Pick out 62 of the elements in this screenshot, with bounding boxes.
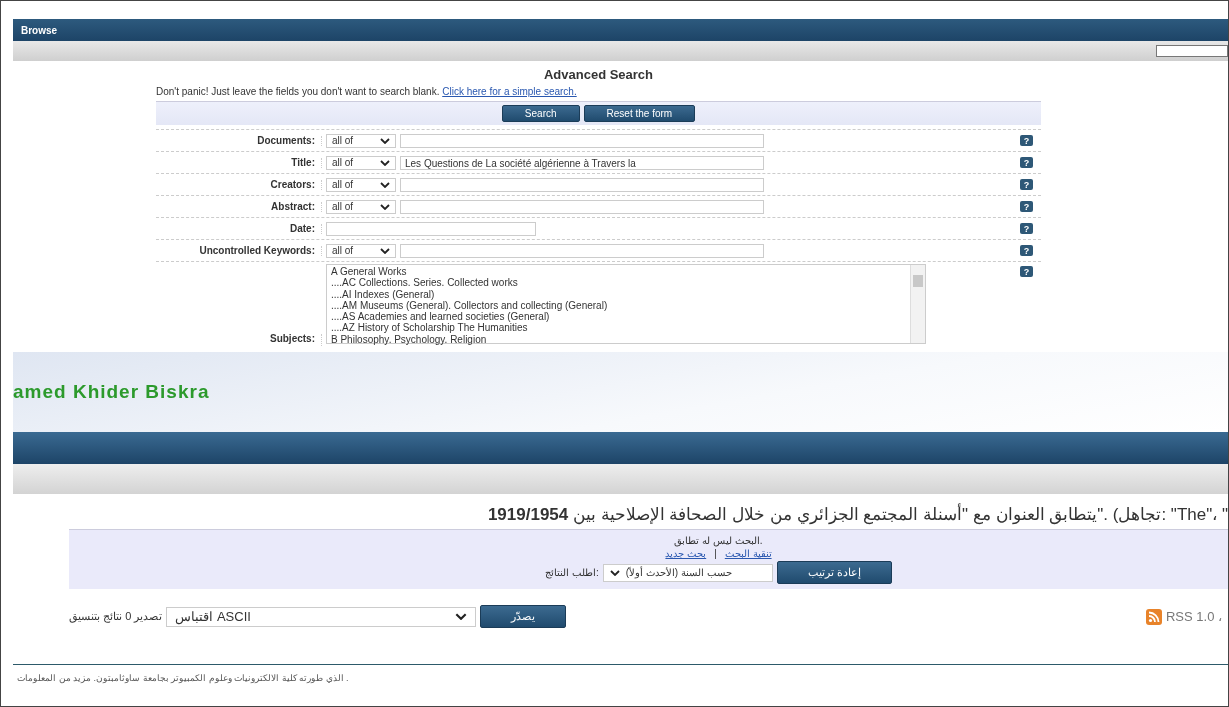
rss-link[interactable]: RSS 1.0 ، bbox=[1165, 609, 1222, 624]
new-search-link[interactable]: بحث جديد bbox=[665, 548, 707, 559]
list-option[interactable]: ....AI Indexes (General) bbox=[331, 288, 906, 300]
help-icon[interactable]: ? bbox=[1020, 135, 1033, 146]
chevron-icon bbox=[609, 569, 620, 576]
field-label: Date: bbox=[156, 223, 322, 234]
list-option[interactable]: A General Works bbox=[331, 266, 906, 278]
chevron-icon bbox=[380, 247, 390, 254]
browse-link[interactable]: Browse bbox=[21, 24, 58, 36]
chevron-icon bbox=[380, 203, 390, 210]
simple-search-link[interactable]: Click here for a simple search. bbox=[442, 86, 577, 97]
text-field[interactable]: Les Questions de La société algérienne à Travers la bbox=[400, 155, 764, 170]
text-field[interactable] bbox=[400, 177, 764, 192]
chevron-icon bbox=[380, 181, 390, 188]
help-icon[interactable]: ? bbox=[1020, 201, 1033, 212]
export-format-select[interactable]: اقتباس ASCII bbox=[166, 606, 477, 627]
match-select[interactable]: all of bbox=[326, 243, 396, 258]
page-heading: Advanced Search bbox=[542, 67, 655, 82]
field-label: Subjects: bbox=[156, 334, 322, 346]
date-field[interactable] bbox=[326, 221, 536, 236]
help-icon[interactable]: ? bbox=[1020, 179, 1033, 190]
no-match-text: .البحث ليس له تطابق bbox=[674, 535, 763, 546]
text-field[interactable] bbox=[400, 243, 764, 258]
sort-select[interactable]: حسب السنة (الأحدث أولاً) bbox=[602, 563, 773, 582]
list-option[interactable]: ....AC Collections. Series. Collected works bbox=[331, 277, 906, 289]
form-button[interactable]: Reset the form bbox=[583, 105, 696, 122]
field-label: Title: bbox=[156, 157, 322, 168]
sort-label: :اطلب النتائج bbox=[545, 567, 599, 578]
list-option[interactable]: B Philosophy. Psychology. Religion bbox=[331, 333, 906, 346]
field-label: Documents: bbox=[156, 135, 322, 146]
field-label: Abstract: bbox=[156, 201, 322, 212]
chevron-icon bbox=[380, 137, 390, 144]
footer-text: . الذي طورته كلية الالكترونيات وعلوم الكمبيوتر بجامعة ساوثامبتون. مزيد من المعلومات bbox=[16, 672, 350, 683]
help-icon[interactable]: ? bbox=[1020, 223, 1033, 234]
scrollbar[interactable] bbox=[910, 265, 925, 343]
refine-search-link[interactable]: تنقية البحث bbox=[724, 548, 772, 559]
help-icon[interactable]: ? bbox=[1020, 245, 1033, 256]
chevron-icon bbox=[455, 613, 468, 620]
reorder-button[interactable]: إعادة ترتيب bbox=[776, 561, 892, 584]
export-button[interactable]: يصدّر bbox=[480, 605, 567, 628]
form-button[interactable]: Search bbox=[501, 105, 580, 122]
list-option[interactable]: ....AZ History of Scholarship The Humanities bbox=[331, 322, 906, 334]
help-icon[interactable]: ? bbox=[1020, 157, 1033, 168]
link-separator: | bbox=[714, 548, 717, 559]
list-option[interactable]: ....AM Museums (General). Collectors and collecting (General) bbox=[331, 299, 906, 312]
match-select[interactable]: all of bbox=[326, 177, 396, 192]
logo-text: amed Khider Biskra bbox=[13, 381, 210, 403]
rss-icon bbox=[1145, 608, 1162, 625]
text-field[interactable] bbox=[400, 199, 764, 214]
match-select[interactable]: all of bbox=[326, 199, 396, 214]
list-option[interactable]: ....AS Academies and learned societies (General) bbox=[331, 311, 906, 323]
intro-text: Don't panic! Just leave the fields you don't want to search blank. bbox=[156, 86, 440, 97]
export-label: تصدير 0 نتائج بتنسيق bbox=[69, 610, 163, 623]
chevron-icon bbox=[380, 159, 390, 166]
text-field[interactable] bbox=[400, 133, 764, 148]
help-icon[interactable]: ? bbox=[1020, 266, 1033, 277]
search-field[interactable] bbox=[1156, 45, 1228, 57]
match-select[interactable]: all of bbox=[326, 155, 396, 170]
field-label: Creators: bbox=[156, 179, 322, 190]
match-select[interactable]: all of bbox=[326, 133, 396, 148]
field-label: Uncontrolled Keywords: bbox=[156, 245, 322, 256]
subjects-listbox[interactable] bbox=[326, 264, 926, 344]
